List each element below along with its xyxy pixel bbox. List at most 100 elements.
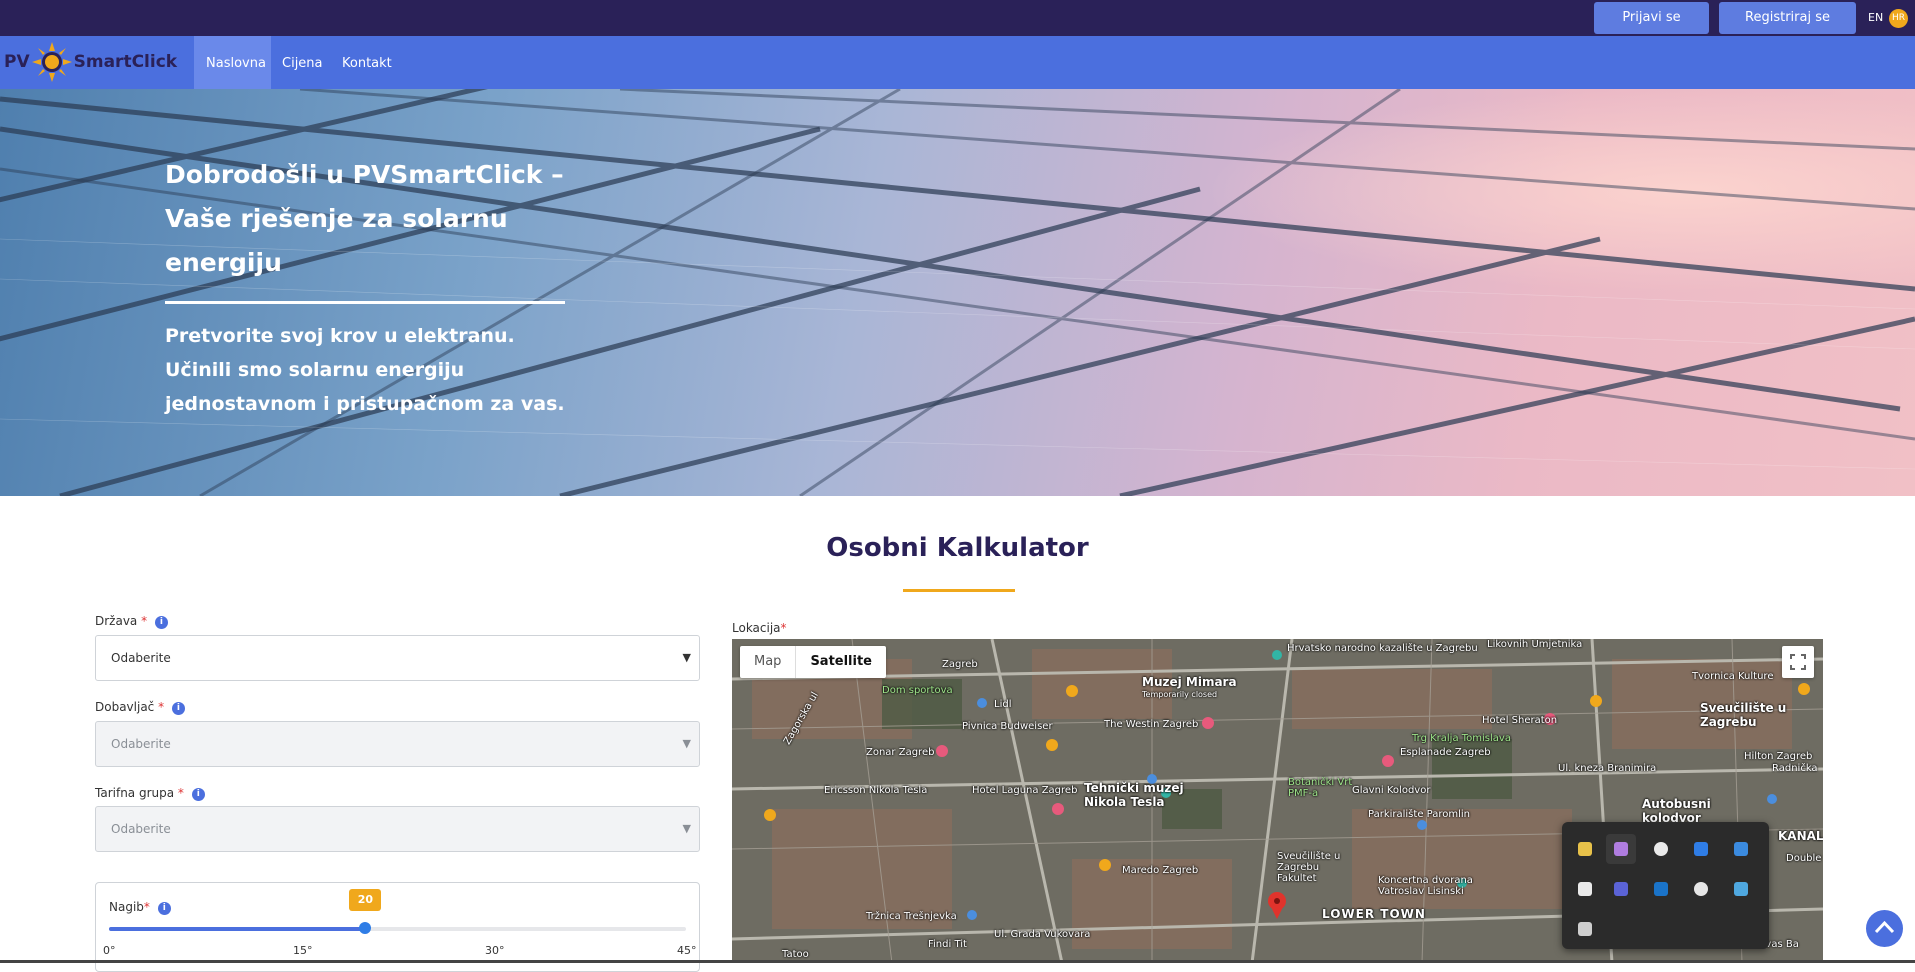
- chevron-up-icon: [1874, 920, 1895, 934]
- sun-logo-icon: [31, 42, 72, 82]
- display-icon[interactable]: [1726, 874, 1756, 904]
- map-label: Parkiralište Paromlin: [1368, 809, 1471, 820]
- required-mark: *: [143, 900, 150, 914]
- location-label: Lokacija*: [732, 621, 787, 635]
- tariff-select[interactable]: Odaberite ▼: [95, 806, 700, 852]
- tilt-label: Nagib* i: [109, 900, 171, 915]
- map-label: Ul. kneza Branimira: [1558, 763, 1657, 774]
- map-label: KANAL: [1778, 829, 1823, 843]
- hero-banner: Dobrodošli u PVSmartClick – Vaše rješenj…: [0, 89, 1915, 496]
- map-label: Hotel Sheraton: [1482, 715, 1558, 726]
- map-label: Likovnih Umjetnika: [1487, 639, 1583, 650]
- calculator-title: Osobni Kalkulator: [826, 533, 1089, 563]
- hero-title: Dobrodošli u PVSmartClick – Vaše rješenj…: [165, 160, 564, 277]
- onedrive-icon[interactable]: [1686, 874, 1716, 904]
- system-tray-overflow: [1562, 822, 1769, 949]
- logo[interactable]: PV SmartClick: [0, 42, 177, 82]
- language-hr[interactable]: HR: [1889, 9, 1908, 28]
- github-icon[interactable]: [1646, 834, 1676, 864]
- tilt-slider-fill: [109, 927, 366, 931]
- info-icon[interactable]: i: [191, 788, 205, 801]
- map-label: Muzej Mimara: [1142, 675, 1237, 689]
- map-label: Lidl: [994, 699, 1012, 710]
- title-underline: [903, 589, 1015, 592]
- tilt-tick: 0°: [103, 944, 116, 957]
- nav-price[interactable]: Cijena: [270, 36, 335, 89]
- supplier-select-value: Odaberite: [111, 737, 171, 751]
- solar-panels-image: [0, 89, 1915, 496]
- tilt-value-bubble: 20: [349, 889, 382, 911]
- outlook-icon[interactable]: [1646, 874, 1676, 904]
- hero-divider: [165, 301, 565, 304]
- required-mark: *: [141, 614, 148, 628]
- map-label: Tatoo: [782, 949, 809, 960]
- scroll-to-top-button[interactable]: [1866, 910, 1903, 947]
- supplier-select[interactable]: Odaberite ▼: [95, 721, 700, 767]
- network-drive-icon[interactable]: [1570, 914, 1600, 944]
- tariff-label: Tarifna grupa * i: [95, 786, 205, 801]
- map-label: Sveučilište u Zagrebu: [1700, 701, 1787, 729]
- feather-app-icon[interactable]: [1606, 834, 1636, 864]
- map-label: Findi Tit: [928, 939, 967, 950]
- required-mark: *: [177, 786, 184, 800]
- map-tab-map[interactable]: Map: [740, 646, 795, 678]
- logo-prefix: PV: [4, 52, 30, 72]
- country-label-text: Država: [95, 614, 138, 628]
- fullscreen-button[interactable]: [1782, 646, 1814, 678]
- security-warning-icon[interactable]: [1726, 834, 1756, 864]
- map-tab-satellite[interactable]: Satellite: [795, 646, 886, 678]
- map-label: Ul. Grada Vukovara: [994, 929, 1091, 940]
- tariff-label-text: Tarifna grupa: [95, 786, 175, 800]
- required-mark: *: [780, 621, 787, 635]
- map-label: Radnička: [1772, 763, 1818, 774]
- tilt-label-text: Nagib: [109, 900, 144, 914]
- required-mark: *: [158, 700, 165, 714]
- map-label: Hotel Laguna Zagreb: [972, 785, 1078, 796]
- supplier-label: Dobavljač * i: [95, 700, 185, 715]
- map-label: Glavni Kolodvor: [1352, 785, 1431, 796]
- map-label: Hrvatsko narodno kazalište u Zagrebu: [1287, 643, 1478, 654]
- map-label: Dom sportova: [882, 685, 953, 696]
- map-label: Double: [1786, 853, 1822, 864]
- info-icon[interactable]: i: [171, 702, 185, 715]
- file-explorer-icon[interactable]: [1570, 834, 1600, 864]
- chevron-down-icon: ▼: [682, 651, 691, 664]
- language-en[interactable]: EN: [1868, 11, 1883, 24]
- hero-subtitle: Pretvorite svoj krov u elektranu. Učinil…: [165, 325, 565, 415]
- chevron-down-icon: ▼: [682, 822, 691, 835]
- map-type-tabs: Map Satellite: [740, 646, 887, 678]
- map-label: Trg Kralja Tomislava: [1412, 733, 1511, 744]
- country-label: Država * i: [95, 614, 168, 629]
- map-label: LOWER TOWN: [1322, 907, 1426, 921]
- logo-brand: SmartClick: [73, 52, 178, 72]
- map-label: Tržnica Trešnjevka: [866, 911, 957, 922]
- country-select-value: Odaberite: [111, 651, 171, 665]
- chevron-down-icon: ▼: [682, 737, 691, 750]
- map-label: Zagreb: [942, 659, 978, 670]
- map-label: Maredo Zagreb: [1122, 865, 1199, 876]
- nav-contact[interactable]: Kontakt: [330, 36, 404, 89]
- fullscreen-icon: [1790, 654, 1806, 670]
- map-label: Sveučilište u Zagrebu Fakultet: [1277, 851, 1341, 884]
- teams-icon[interactable]: [1606, 874, 1636, 904]
- top-bar: Prijavi se Registriraj se EN HR: [0, 0, 1915, 36]
- map-label: Koncertna dvorana Vatroslav Lisinski: [1378, 875, 1473, 897]
- tilt-tick: 15°: [293, 944, 313, 957]
- map-label: Hilton Zagreb: [1744, 751, 1813, 762]
- info-icon[interactable]: i: [154, 616, 168, 629]
- login-button[interactable]: Prijavi se: [1594, 2, 1709, 34]
- register-button[interactable]: Registriraj se: [1719, 2, 1856, 34]
- country-select[interactable]: Odaberite ▼: [95, 635, 700, 681]
- tilt-tick: 45°: [677, 944, 697, 957]
- map-label: Tehnički muzej Nikola Tesla: [1084, 781, 1184, 809]
- bluetooth-icon[interactable]: [1686, 834, 1716, 864]
- teamviewer-icon[interactable]: [1570, 874, 1600, 904]
- tilt-tick: 30°: [485, 944, 505, 957]
- map-label: Esplanade Zagreb: [1400, 747, 1491, 758]
- location-label-text: Lokacija: [732, 621, 781, 635]
- main-nav: PV SmartClick Naslovna Cijena Kontakt: [0, 36, 1915, 89]
- info-icon[interactable]: i: [157, 902, 171, 915]
- nav-home[interactable]: Naslovna: [194, 36, 271, 89]
- supplier-label-text: Dobavljač: [95, 700, 155, 714]
- map-label: Zonar Zagreb: [866, 747, 935, 758]
